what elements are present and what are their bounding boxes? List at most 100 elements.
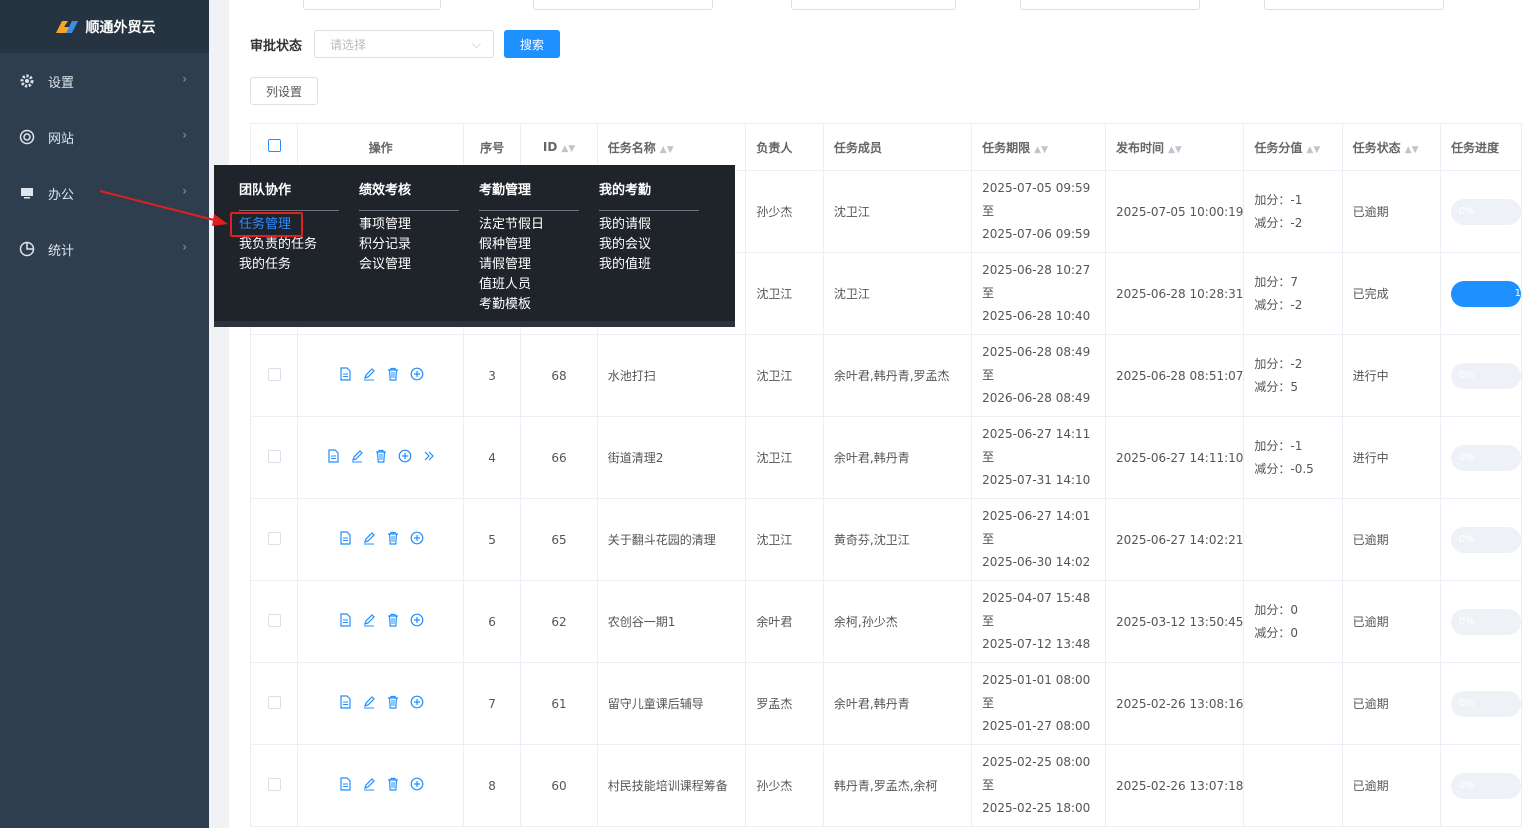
table-row[interactable]: 6 62 农创谷一期1 余叶君 余柯,孙少杰 2025-04-07 15:48 至 2025-… (249, 580, 1522, 663)
sidebar-item-statistics[interactable]: 统计 › (0, 221, 209, 277)
delete-icon[interactable] (386, 695, 400, 709)
row-checkbox[interactable] (267, 367, 281, 381)
logo-icon (55, 20, 78, 33)
menu-item-meeting-management[interactable]: 会议管理 (359, 255, 459, 275)
cell-term: 2025-07-05 09:59 至 2025-07-06 09:59 (971, 170, 1106, 253)
menu-item-my-meetings[interactable]: 我的会议 (599, 235, 699, 255)
menu-item-my-duty[interactable]: 我的值班 (599, 255, 699, 275)
cell-id: 66 (520, 416, 598, 499)
menu-item-leave-types[interactable]: 假种管理 (479, 235, 579, 255)
col-id[interactable]: ID ▲▼ (520, 123, 598, 171)
score-sub: 减分：-2 (1254, 297, 1303, 312)
monitor-icon (18, 184, 36, 202)
add-circle-icon[interactable] (410, 777, 424, 791)
filter-field[interactable] (303, 0, 441, 10)
col-status[interactable]: 任务状态 ▲▼ (1341, 123, 1441, 171)
document-icon[interactable] (338, 531, 352, 545)
top-filter-fields (229, 0, 1522, 12)
table-row[interactable]: 7 61 留守儿童课后辅导 罗孟杰 余叶君,韩丹青 2025-01-01 08:00 至 20… (249, 662, 1522, 745)
cell-published: 2025-06-27 14:02:21 (1104, 498, 1245, 581)
cell-published: 2025-06-28 08:51:07 (1104, 334, 1245, 417)
approval-status-select[interactable]: 请选择 ⌵ (314, 30, 495, 58)
filter-field[interactable] (533, 0, 713, 10)
row-checkbox[interactable] (267, 613, 281, 627)
col-name[interactable]: 任务名称 ▲▼ (596, 123, 747, 171)
row-checkbox[interactable] (267, 777, 281, 791)
add-circle-icon[interactable] (410, 695, 424, 709)
cell-status: 已完成 (1341, 252, 1441, 335)
search-button[interactable]: 搜索 (504, 30, 561, 58)
table-row[interactable]: 5 65 关于翻斗花园的清理 沈卫江 黄奇芬,沈卫江 2025-06-27 14:01 至 2… (249, 498, 1522, 581)
sidebar: 顺通外贸云 设置 › 网站 › 办公 › 统计 › (0, 0, 209, 828)
edit-icon[interactable] (350, 449, 364, 463)
sort-icon[interactable]: ▲▼ (660, 145, 674, 155)
menu-item-leave-management[interactable]: 请假管理 (479, 255, 579, 275)
add-circle-icon[interactable] (410, 613, 424, 627)
col-term[interactable]: 任务期限 ▲▼ (971, 123, 1106, 171)
add-circle-icon[interactable] (398, 449, 412, 463)
brand[interactable]: 顺通外贸云 (0, 0, 209, 53)
table-row[interactable]: 3 68 水池打扫 沈卫江 余叶君,韩丹青,罗孟杰 2025-06-28 08:49 至 20… (249, 334, 1522, 417)
term-end: 2025-07-06 09:59 (982, 227, 1091, 241)
row-checkbox[interactable] (267, 531, 281, 545)
cell-published: 2025-06-27 14:11:10 (1104, 416, 1245, 499)
cell-progress: 0% (1439, 334, 1522, 417)
add-circle-icon[interactable] (410, 367, 424, 381)
table-row[interactable]: 8 60 村民技能培训课程筹备 孙少杰 韩丹青,罗孟杰,余柯 2025-02-25 08:… (249, 744, 1522, 827)
document-icon[interactable] (326, 449, 340, 463)
col-published[interactable]: 发布时间 ▲▼ (1104, 123, 1245, 171)
menu-item-holidays[interactable]: 法定节假日 (479, 215, 579, 235)
row-checkbox[interactable] (267, 695, 281, 709)
sidebar-item-office[interactable]: 办公 › (0, 165, 209, 221)
sort-icon[interactable]: ▲▼ (1168, 145, 1182, 155)
document-icon[interactable] (338, 695, 352, 709)
score-sub: 减分：-2 (1254, 215, 1303, 230)
sidebar-item-label: 办公 (48, 187, 75, 203)
menu-item-attendance-template[interactable]: 考勤模板 (479, 295, 579, 315)
cell-members: 余叶君,韩丹青 (822, 416, 973, 499)
cell-status: 进行中 (1341, 334, 1441, 417)
add-circle-icon[interactable] (410, 531, 424, 545)
delete-icon[interactable] (386, 613, 400, 627)
delete-icon[interactable] (374, 449, 388, 463)
menu-item-matter-management[interactable]: 事项管理 (359, 215, 459, 235)
sort-icon[interactable]: ▲▼ (1405, 145, 1419, 155)
menu-item-points-record[interactable]: 积分记录 (359, 235, 459, 255)
document-icon[interactable] (338, 613, 352, 627)
cell-progress: 0% (1439, 498, 1522, 581)
column-settings-button[interactable]: 列设置 (250, 77, 318, 105)
delete-icon[interactable] (386, 367, 400, 381)
menu-item-my-leave[interactable]: 我的请假 (599, 215, 699, 235)
menu-item-my-responsible-tasks[interactable]: 我负责的任务 (239, 235, 339, 255)
document-icon[interactable] (338, 367, 352, 381)
edit-icon[interactable] (362, 777, 376, 791)
cell-members: 韩丹青,罗孟杰,余柯 (822, 744, 973, 827)
menu-column-performance: 绩效考核 事项管理 积分记录 会议管理 (359, 165, 459, 275)
row-checkbox[interactable] (267, 449, 281, 463)
menu-item-duty-staff[interactable]: 值班人员 (479, 275, 579, 295)
term-end: 2025-07-31 14:10 (982, 473, 1091, 487)
col-score[interactable]: 任务分值 ▲▼ (1243, 123, 1343, 171)
sort-icon[interactable]: ▲▼ (1306, 145, 1320, 155)
double-chevron-right-icon[interactable] (422, 449, 436, 463)
sort-icon[interactable]: ▲▼ (561, 144, 575, 154)
filter-field[interactable] (1264, 0, 1444, 10)
table-row[interactable]: 4 66 街道清理2 沈卫江 余叶君,韩丹青 2025-06-27 14:11 至 2025-… (249, 416, 1522, 499)
cell-id: 65 (520, 498, 598, 581)
edit-icon[interactable] (362, 531, 376, 545)
select-all-checkbox[interactable] (267, 139, 281, 152)
edit-icon[interactable] (362, 367, 376, 381)
delete-icon[interactable] (386, 777, 400, 791)
cell-task-name: 水池打扫 (596, 334, 747, 417)
document-icon[interactable] (338, 777, 352, 791)
filter-field[interactable] (1020, 0, 1200, 10)
edit-icon[interactable] (362, 695, 376, 709)
sidebar-item-website[interactable]: 网站 › (0, 109, 209, 165)
cell-term: 2025-06-27 14:01 至 2025-06-30 14:02 (971, 498, 1106, 581)
menu-item-my-tasks[interactable]: 我的任务 (239, 255, 339, 275)
edit-icon[interactable] (362, 613, 376, 627)
filter-field[interactable] (791, 0, 956, 10)
sidebar-item-settings[interactable]: 设置 › (0, 53, 209, 109)
delete-icon[interactable] (386, 531, 400, 545)
sort-icon[interactable]: ▲▼ (1034, 145, 1048, 155)
